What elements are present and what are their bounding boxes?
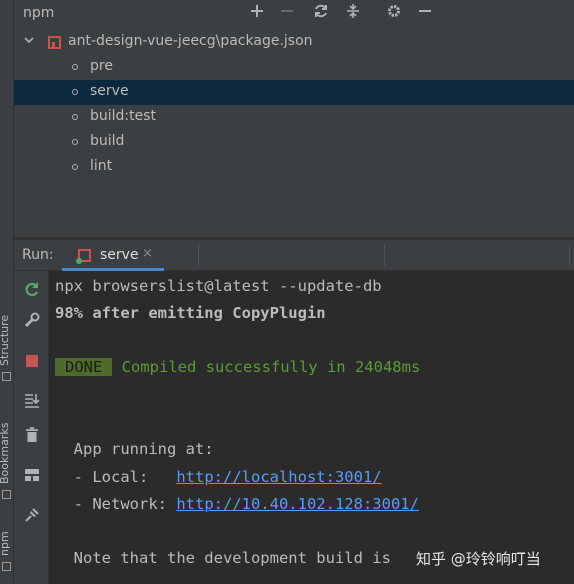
- script-item-build-test[interactable]: build:test: [14, 105, 574, 130]
- script-label: build: [90, 133, 125, 149]
- package-json-label: ant-design-vue-jeecg\package.json: [68, 33, 313, 49]
- network-label: - Network:: [55, 495, 177, 513]
- npm-package-icon: [48, 36, 61, 49]
- structure-tab-icon: [2, 372, 11, 381]
- console-line-network: - Network: http://10.40.102.128:3001/: [55, 495, 419, 513]
- rerun-icon[interactable]: [22, 280, 42, 300]
- header-divider: [569, 244, 570, 266]
- console-line-done: DONE Compiled successfully in 24048ms: [55, 358, 420, 376]
- package-json-node[interactable]: ant-design-vue-jeecg\package.json: [14, 30, 574, 55]
- run-toolbar: [14, 271, 49, 584]
- script-item-pre[interactable]: pre: [14, 55, 574, 80]
- script-item-serve[interactable]: serve: [14, 80, 574, 105]
- wrench-icon[interactable]: [22, 311, 42, 331]
- script-label: build:test: [90, 108, 157, 124]
- console-output[interactable]: npx browserslist@latest --update-db 98% …: [49, 271, 574, 584]
- compiled-message: Compiled successfully in 24048ms: [112, 358, 421, 376]
- script-label: lint: [90, 158, 113, 174]
- settings-icon[interactable]: [383, 3, 405, 25]
- script-bullet-icon: [72, 64, 78, 70]
- console-line-local: - Local: http://localhost:3001/: [55, 468, 382, 486]
- refresh-icon[interactable]: [310, 3, 332, 25]
- structure-tab[interactable]: Structure: [0, 315, 11, 366]
- script-label: pre: [90, 58, 113, 74]
- script-item-build[interactable]: build: [14, 130, 574, 155]
- local-url-link[interactable]: http://localhost:3001/: [176, 468, 381, 486]
- tab-serve-label: serve: [100, 247, 139, 263]
- npm-panel-title: npm: [23, 5, 55, 21]
- running-indicator-icon: [76, 258, 82, 264]
- watermark-text: 知乎 @玲铃响叮当: [416, 550, 541, 568]
- console-line-app-running: App running at:: [55, 440, 214, 458]
- bookmarks-tab[interactable]: Bookmarks: [0, 423, 11, 484]
- npm-tab-icon: [2, 562, 11, 571]
- script-bullet-icon: [72, 164, 78, 170]
- script-label: serve: [90, 83, 129, 99]
- trash-icon[interactable]: [22, 426, 42, 446]
- header-divider: [384, 244, 385, 266]
- console-line-command: npx browserslist@latest --update-db: [55, 277, 382, 295]
- pin-icon[interactable]: [22, 506, 42, 526]
- script-item-lint[interactable]: lint: [14, 155, 574, 180]
- console-line-progress: 98% after emitting CopyPlugin: [55, 304, 326, 322]
- run-header: Run: serve ×: [14, 240, 574, 271]
- minus-icon[interactable]: [276, 3, 298, 25]
- npm-panel: npm ant-design-vue-jeecg\package.json pr…: [14, 0, 574, 237]
- collapse-icon[interactable]: [342, 3, 364, 25]
- run-label: Run:: [22, 247, 54, 263]
- close-icon[interactable]: ×: [142, 246, 153, 261]
- script-bullet-icon: [72, 89, 78, 95]
- console-line-note: Note that the development build is: [55, 549, 391, 567]
- hide-icon[interactable]: [414, 3, 436, 25]
- script-bullet-icon: [72, 139, 78, 145]
- npm-tab[interactable]: npm: [0, 531, 11, 556]
- local-label: - Local:: [55, 468, 177, 486]
- script-bullet-icon: [72, 114, 78, 120]
- done-badge: DONE: [55, 358, 113, 376]
- layout-icon[interactable]: [22, 466, 42, 486]
- tab-serve[interactable]: serve ×: [62, 240, 164, 271]
- npm-header: npm: [14, 0, 574, 28]
- network-url-link[interactable]: http://10.40.102.128:3001/: [176, 495, 419, 513]
- bookmarks-tab-icon: [2, 490, 11, 499]
- scroll-to-end-icon[interactable]: [22, 391, 42, 411]
- stop-icon[interactable]: [22, 352, 42, 372]
- plus-icon[interactable]: [246, 3, 268, 25]
- header-divider: [198, 244, 199, 266]
- chevron-down-icon[interactable]: [23, 34, 35, 49]
- side-tool-strip: Structure Bookmarks npm: [0, 0, 14, 584]
